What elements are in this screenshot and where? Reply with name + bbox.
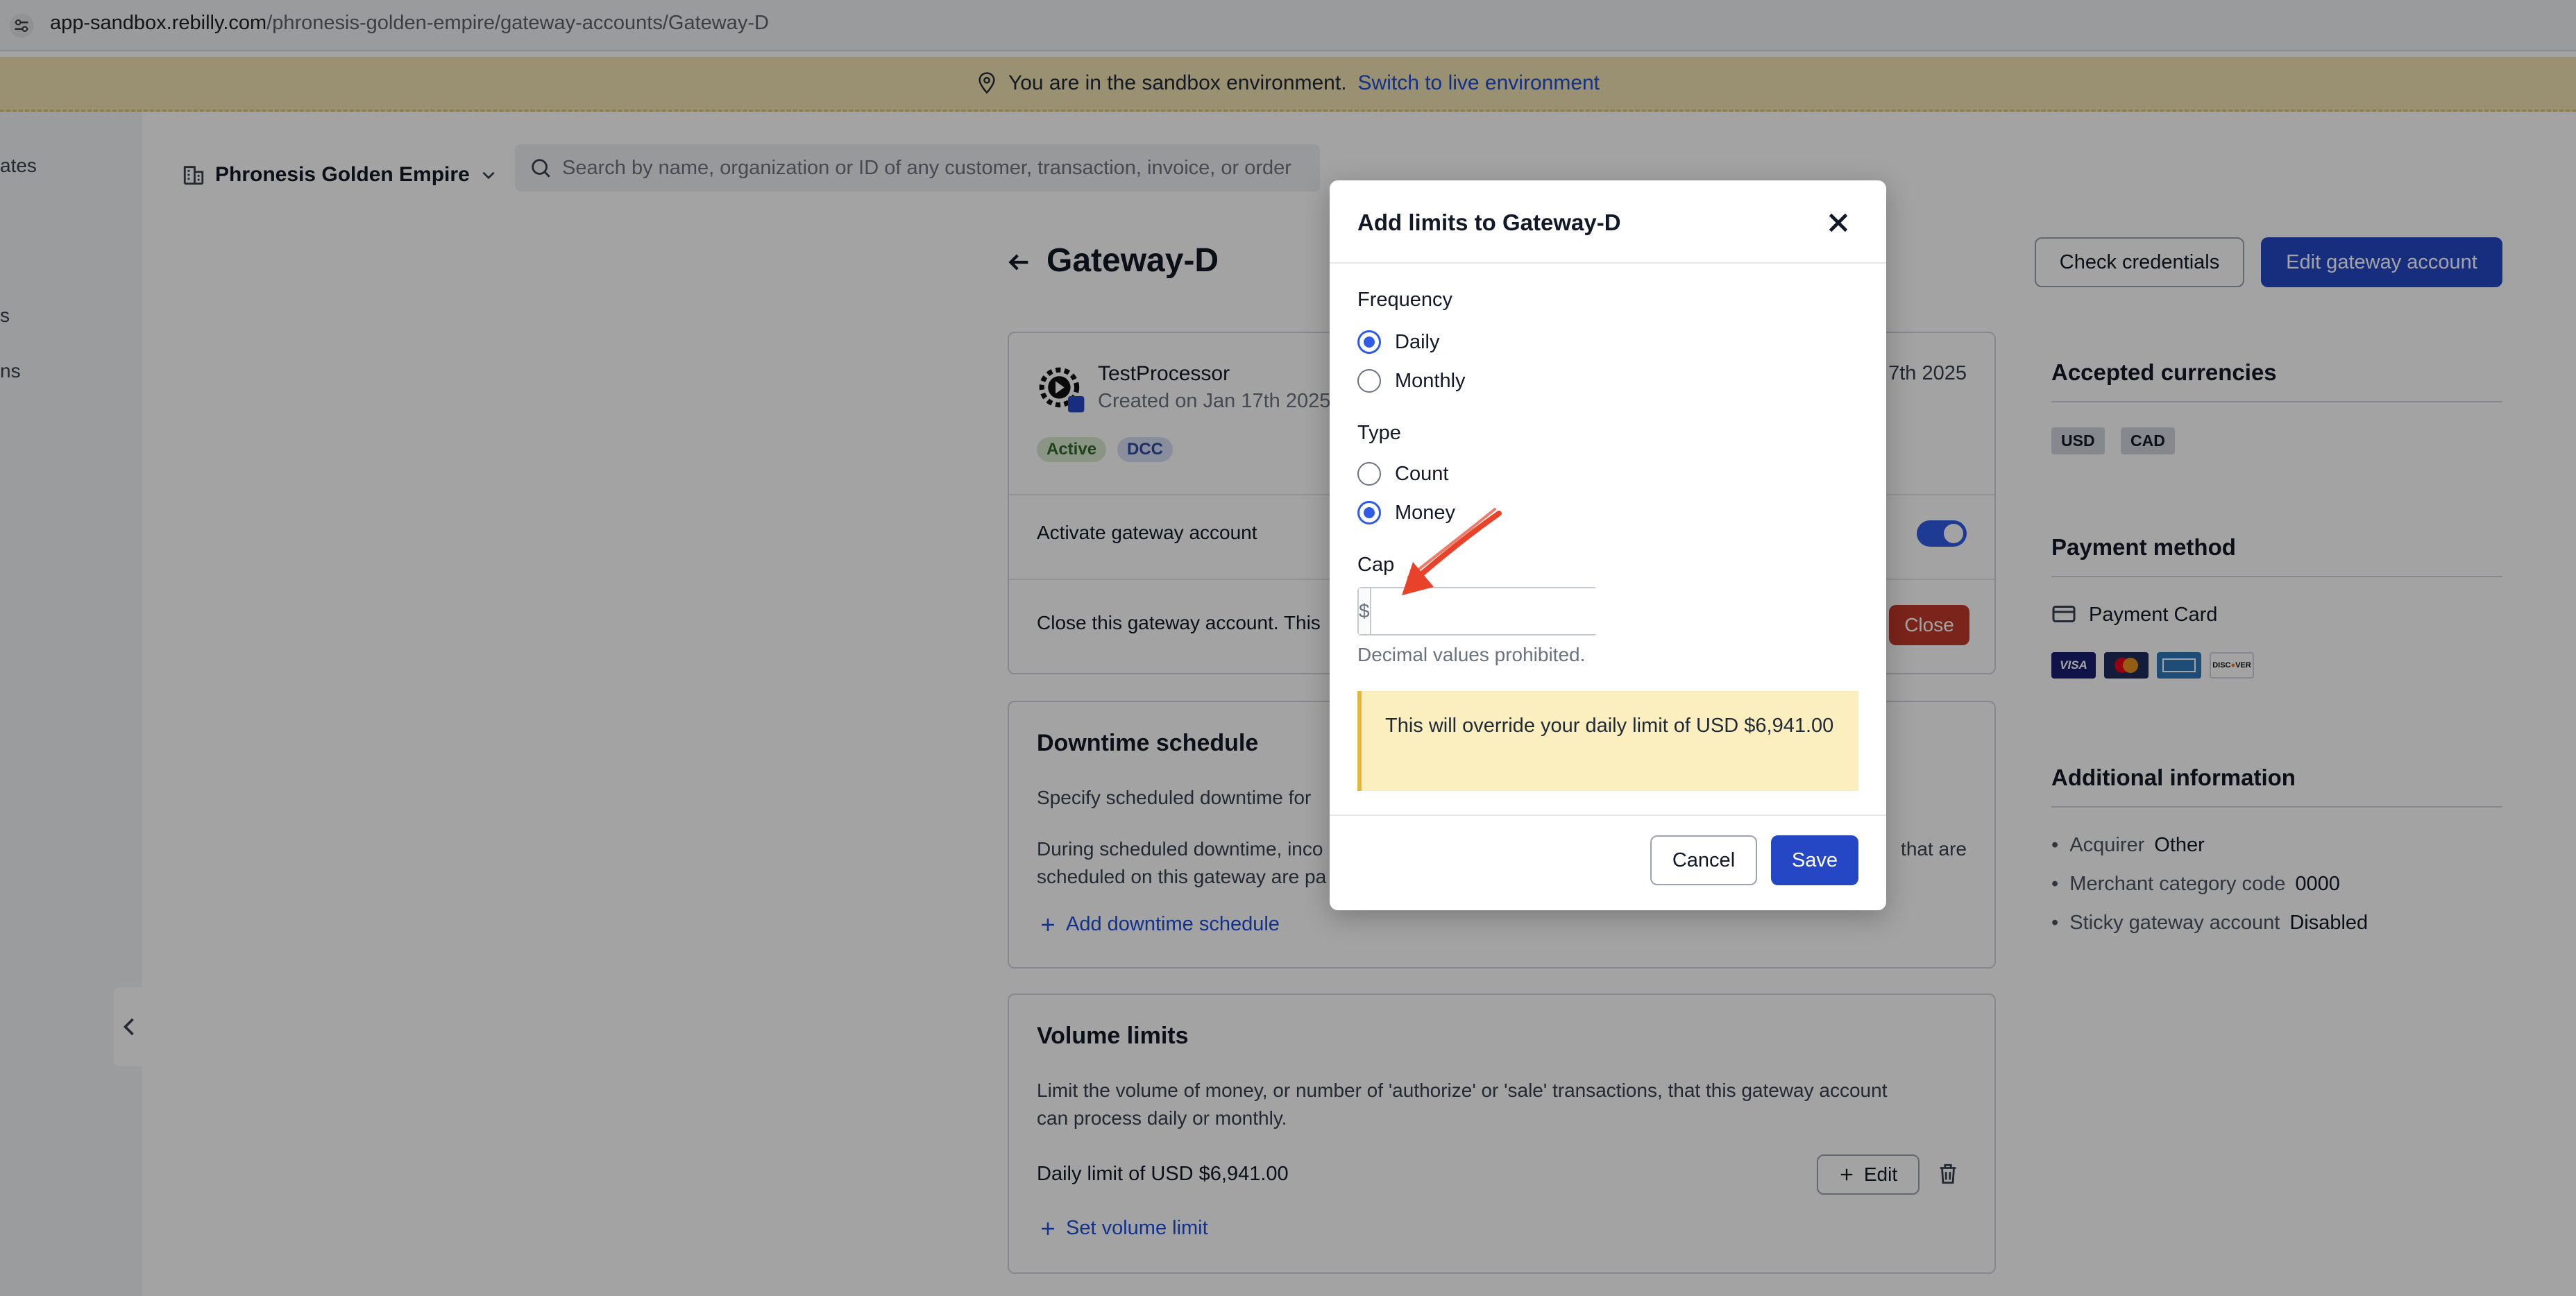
modal-backdrop[interactable] [0,0,2576,1296]
close-icon[interactable] [1822,207,1854,239]
radio-dot[interactable] [1357,369,1381,393]
radio-label: Monthly [1395,369,1466,392]
cap-help-text: Decimal values prohibited. [1357,644,1586,665]
radio-dot-selected[interactable] [1357,501,1381,525]
add-limits-dialog: Add limits to Gateway-D Frequency Daily … [1330,180,1886,910]
frequency-daily-radio[interactable]: Daily [1357,330,1439,354]
type-label: Type [1357,422,1401,444]
radio-dot[interactable] [1357,462,1381,486]
cancel-button[interactable]: Cancel [1650,835,1757,885]
annotation-arrow-icon [1402,508,1502,595]
dialog-title: Add limits to Gateway-D [1357,210,1621,235]
radio-label: Daily [1395,330,1440,353]
type-count-radio[interactable]: Count [1357,462,1448,486]
radio-label: Count [1395,462,1449,485]
radio-dot-selected[interactable] [1357,330,1381,354]
save-button[interactable]: Save [1771,835,1858,885]
currency-prefix: $ [1359,588,1371,634]
override-warning: This will override your daily limit of U… [1357,691,1858,791]
frequency-label: Frequency [1357,289,1453,311]
frequency-monthly-radio[interactable]: Monthly [1357,369,1466,393]
